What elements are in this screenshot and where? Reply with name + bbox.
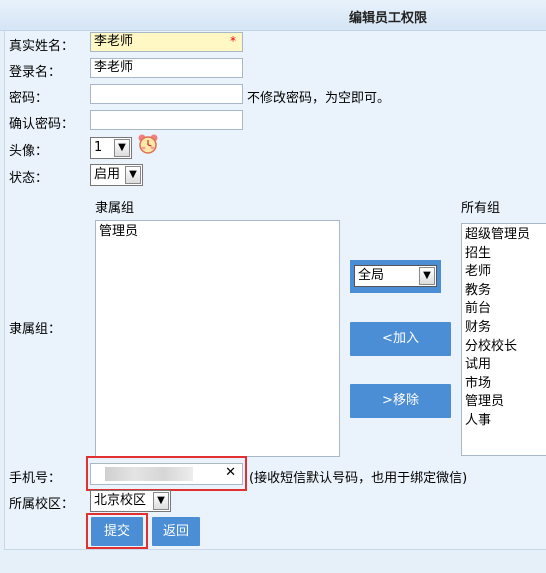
phone-input[interactable]: ✕ [90, 463, 243, 485]
phone-hint: (接收短信默认号码，也用于绑定微信) [249, 471, 468, 486]
avatar-select-value: 1 [94, 140, 103, 155]
password-hint: 不修改密码，为空即可。 [247, 91, 391, 106]
password-input[interactable] [90, 84, 243, 104]
list-item[interactable]: 试用 [465, 356, 543, 375]
own-groups-list[interactable]: 管理员 [95, 220, 340, 457]
list-item[interactable]: 老师 [465, 263, 543, 282]
submit-button[interactable]: 提交 [91, 517, 143, 546]
page-header: 编辑员工权限 [0, 0, 546, 31]
avatar-label: 头像： [9, 144, 49, 159]
login-name-input[interactable]: 李老师 [90, 58, 243, 78]
status-select-value: 启用 [94, 167, 121, 182]
list-item[interactable]: 招生 [465, 245, 543, 264]
remove-group-button[interactable]: >移除 [350, 384, 451, 418]
phone-redaction-blur [105, 467, 193, 481]
all-group-header: 所有组 [461, 201, 501, 216]
clock-face-icon [138, 134, 158, 154]
list-item[interactable]: 管理员 [465, 393, 543, 412]
page-title: 编辑员工权限 [349, 11, 428, 26]
scope-select-value: 全局 [358, 268, 385, 283]
login-name-label: 登录名： [9, 65, 62, 80]
back-button[interactable]: 返回 [152, 517, 200, 546]
chevron-down-icon: ▼ [153, 492, 169, 510]
confirm-password-input[interactable] [90, 110, 243, 130]
group-label: 隶属组： [9, 322, 62, 337]
all-groups-list[interactable]: 超级管理员 招生 老师 教务 前台 财务 分校校长 试用 市场 管理员 人事 [461, 223, 546, 456]
list-item[interactable]: 分校校长 [465, 338, 543, 357]
list-item[interactable]: 超级管理员 [465, 226, 543, 245]
list-item[interactable]: 前台 [465, 300, 543, 319]
chevron-down-icon: ▼ [419, 267, 435, 285]
campus-select[interactable]: 北京校区 ▼ [90, 490, 171, 512]
campus-select-value: 北京校区 [94, 493, 147, 508]
scope-select[interactable]: 全局 ▼ [354, 265, 437, 287]
confirm-password-label: 确认密码： [9, 117, 75, 132]
list-item[interactable]: 教务 [465, 282, 543, 301]
campus-label: 所属校区： [9, 497, 75, 512]
own-group-header: 隶属组 [95, 201, 135, 216]
add-group-button[interactable]: <加入 [350, 322, 451, 356]
list-item[interactable]: 财务 [465, 319, 543, 338]
list-item[interactable]: 市场 [465, 375, 543, 394]
close-icon[interactable]: ✕ [225, 464, 236, 482]
avatar-select[interactable]: 1 ▼ [90, 137, 132, 159]
chevron-down-icon: ▼ [125, 166, 141, 184]
list-item[interactable]: 管理员 [99, 223, 336, 242]
required-marker: * [230, 34, 236, 48]
real-name-input[interactable]: 李老师 [90, 32, 243, 52]
phone-label: 手机号： [9, 471, 62, 486]
real-name-label: 真实姓名： [9, 39, 75, 54]
list-item[interactable]: 人事 [465, 412, 543, 431]
password-label: 密码： [9, 91, 49, 106]
chevron-down-icon: ▼ [114, 139, 130, 157]
status-label: 状态： [9, 171, 49, 186]
status-select[interactable]: 启用 ▼ [90, 164, 143, 186]
